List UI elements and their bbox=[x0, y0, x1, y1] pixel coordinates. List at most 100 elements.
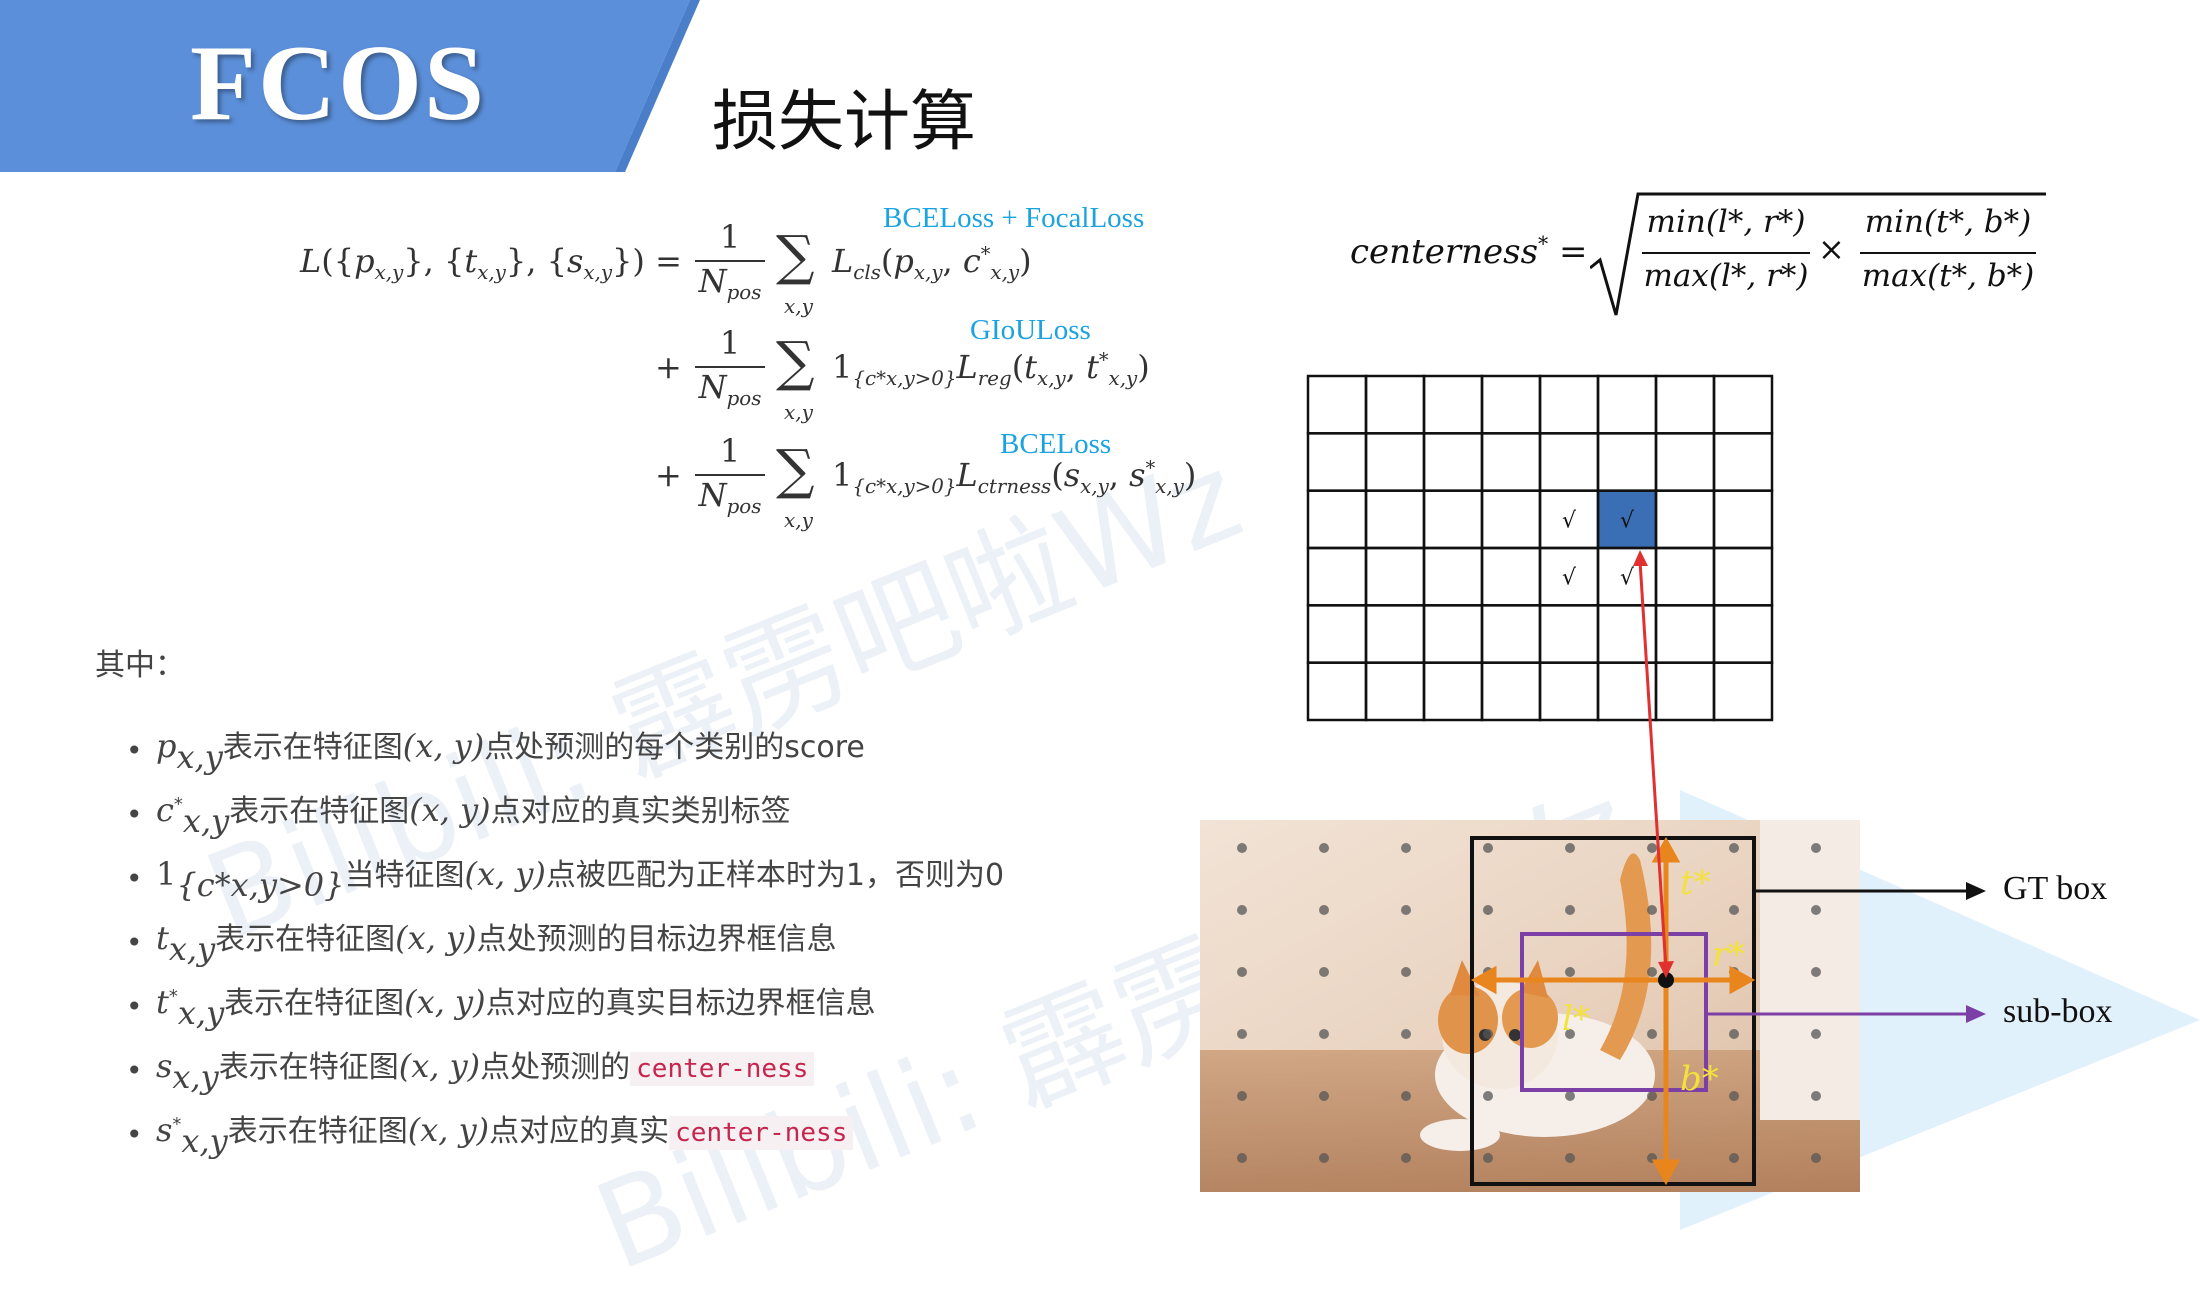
bullet-dot: • bbox=[126, 1118, 143, 1151]
anchor-point bbox=[1237, 843, 1247, 853]
anchor-point bbox=[1647, 1091, 1657, 1101]
anchor-point bbox=[1319, 967, 1329, 977]
anchor-point bbox=[1237, 905, 1247, 915]
grid-cell bbox=[1364, 604, 1426, 664]
anchor-point bbox=[1401, 1153, 1411, 1163]
grid-cell bbox=[1596, 661, 1658, 722]
label-r: r* bbox=[1712, 935, 1745, 975]
numerator-left: min(l*, r*) bbox=[1646, 204, 1806, 240]
cat-photo: t* r* l* b* bbox=[1200, 820, 1860, 1192]
grid-cell bbox=[1654, 661, 1716, 722]
grid-cell bbox=[1480, 661, 1542, 722]
anchor-point bbox=[1565, 843, 1575, 853]
grid-cell bbox=[1306, 432, 1368, 492]
anchor-point bbox=[1483, 843, 1493, 853]
anchor-point bbox=[1401, 843, 1411, 853]
feature-map-grid: √ √ √ √ bbox=[1306, 374, 1774, 722]
grid-cell bbox=[1364, 432, 1426, 492]
term1-fraction: 1 Npos bbox=[695, 218, 765, 304]
grid-cell bbox=[1364, 546, 1426, 607]
anchor-point bbox=[1565, 967, 1575, 977]
centerness-lhs: centerness* = bbox=[1350, 232, 1588, 273]
term2-body: 1{c*x,y>0}Lreg(tx,y, t*x,y) bbox=[832, 348, 1150, 390]
anchor-point bbox=[1729, 1029, 1739, 1039]
term3-sum-index: x,y bbox=[784, 508, 813, 532]
bullet-dot: • bbox=[126, 990, 143, 1023]
cat-photo-diagram: t* r* l* b* bbox=[1200, 820, 1860, 1192]
code-inline: center-ness bbox=[630, 1052, 815, 1086]
grid-cell bbox=[1480, 604, 1542, 664]
term3-fraction: 1 Npos bbox=[695, 432, 765, 518]
grid-cell bbox=[1538, 604, 1600, 664]
anchor-point bbox=[1483, 1091, 1493, 1101]
bullet-dot: • bbox=[126, 734, 143, 767]
center-point bbox=[1658, 972, 1674, 988]
grid-cell bbox=[1480, 432, 1542, 492]
label-t: t* bbox=[1680, 863, 1711, 903]
anchor-point bbox=[1237, 1091, 1247, 1101]
anchor-point bbox=[1401, 905, 1411, 915]
anchor-point bbox=[1319, 1029, 1329, 1039]
grid-cell bbox=[1538, 432, 1600, 492]
code-inline: center-ness bbox=[669, 1116, 854, 1150]
logo-title: FCOS bbox=[190, 24, 487, 143]
anchor-point bbox=[1319, 1091, 1329, 1101]
where-label: 其中： bbox=[95, 648, 185, 683]
anchor-point bbox=[1565, 1153, 1575, 1163]
anchor-point bbox=[1483, 1029, 1493, 1039]
anchor-point bbox=[1401, 1029, 1411, 1039]
anchor-point bbox=[1319, 843, 1329, 853]
check-mark: √ bbox=[1620, 508, 1635, 533]
anchor-point bbox=[1729, 843, 1739, 853]
anchor-point bbox=[1811, 843, 1821, 853]
anchor-point bbox=[1237, 967, 1247, 977]
anchor-point bbox=[1811, 1091, 1821, 1101]
grid-cell bbox=[1306, 546, 1368, 607]
grid-cell bbox=[1480, 374, 1542, 435]
term1-body: Lcls(px,y, c*x,y) bbox=[832, 242, 1032, 284]
grid-cell bbox=[1538, 661, 1600, 722]
grid-cell bbox=[1364, 661, 1426, 722]
anchor-point bbox=[1729, 905, 1739, 915]
grid-cell bbox=[1712, 374, 1774, 435]
anchor-point bbox=[1647, 905, 1657, 915]
bullet-dot: • bbox=[126, 798, 143, 831]
anchor-point bbox=[1237, 1153, 1247, 1163]
anchor-point bbox=[1237, 1029, 1247, 1039]
centerness-formula: centerness* = min(l*, r*) max(l*, r*) × … bbox=[1350, 190, 2050, 320]
fraction-bar-left bbox=[1642, 252, 1810, 254]
bullet-dot: • bbox=[126, 1054, 143, 1087]
grid-cell bbox=[1538, 374, 1600, 435]
bullet-dot: • bbox=[126, 926, 143, 959]
grid-cell bbox=[1654, 489, 1716, 550]
fraction-bar-right bbox=[1860, 252, 2036, 254]
grid-cell bbox=[1364, 489, 1426, 550]
times-sign: × bbox=[1818, 230, 1845, 268]
bullet-dot: • bbox=[126, 862, 143, 895]
grid-cell bbox=[1654, 432, 1716, 492]
anchor-point bbox=[1319, 905, 1329, 915]
grid-cell bbox=[1364, 374, 1426, 435]
anchor-point bbox=[1401, 967, 1411, 977]
term3-plus: + bbox=[655, 456, 682, 494]
check-mark: √ bbox=[1620, 566, 1635, 591]
grid-cell bbox=[1480, 489, 1542, 550]
gt-box-label: GT box bbox=[2003, 870, 2108, 907]
anchor-point bbox=[1647, 1029, 1657, 1039]
anchor-point bbox=[1401, 1091, 1411, 1101]
anchor-point bbox=[1483, 1153, 1493, 1163]
anchor-point bbox=[1647, 843, 1657, 853]
term2-sum: ∑ bbox=[776, 330, 815, 393]
term1-sum-index: x,y bbox=[784, 294, 813, 318]
term2-sum-index: x,y bbox=[784, 400, 813, 424]
grid-cell bbox=[1306, 661, 1368, 722]
anchor-point bbox=[1319, 1153, 1329, 1163]
grid-cell bbox=[1306, 604, 1368, 664]
anchor-point bbox=[1811, 1153, 1821, 1163]
grid-cell bbox=[1306, 374, 1368, 435]
anchor-point bbox=[1811, 1029, 1821, 1039]
anchor-point bbox=[1565, 905, 1575, 915]
anchor-point bbox=[1811, 967, 1821, 977]
grid-cell bbox=[1422, 604, 1484, 664]
grid-cell bbox=[1654, 374, 1716, 435]
